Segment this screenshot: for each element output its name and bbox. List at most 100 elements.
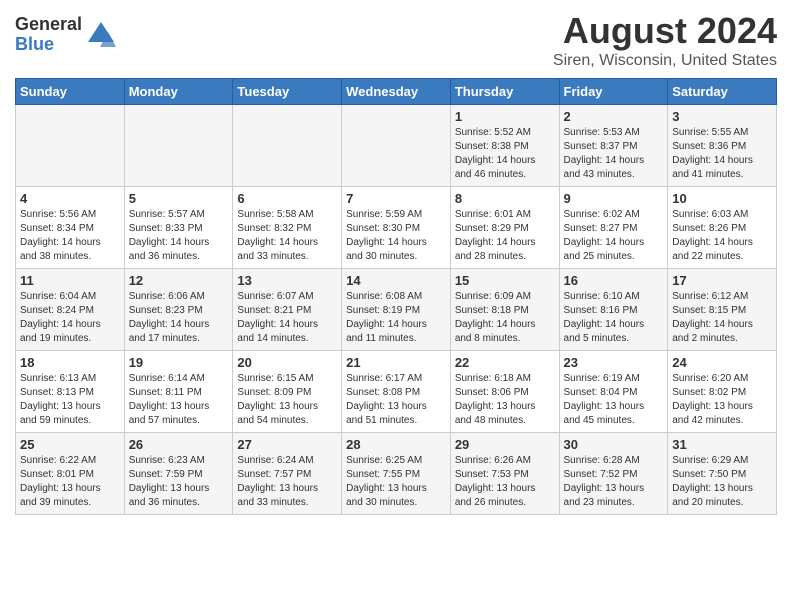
day-info: Sunrise: 6:25 AM Sunset: 7:55 PM Dayligh… <box>346 454 446 510</box>
calendar-cell: 9 Sunrise: 6:02 AM Sunset: 8:27 PM Daylig… <box>559 187 668 269</box>
day-number: 10 <box>672 191 772 206</box>
calendar-cell: 29 Sunrise: 6:26 AM Sunset: 7:53 PM Dayli… <box>450 433 559 515</box>
day-number: 6 <box>237 191 337 206</box>
day-info: Sunrise: 6:22 AM Sunset: 8:01 PM Dayligh… <box>20 454 120 510</box>
day-info: Sunrise: 6:01 AM Sunset: 8:29 PM Dayligh… <box>455 208 555 264</box>
calendar-cell: 24Sunrise: 6:20 AM Sunset: 8:02 PM Dayli… <box>668 351 777 433</box>
logo-icon <box>86 20 116 50</box>
day-number: 3 <box>672 109 772 124</box>
day-number: 18 <box>20 355 120 370</box>
day-number: 11 <box>20 273 120 288</box>
weekday-header-friday: Friday <box>559 79 668 105</box>
calendar-cell: 5 Sunrise: 5:57 AM Sunset: 8:33 PM Daylig… <box>124 187 233 269</box>
day-info: Sunrise: 6:23 AM Sunset: 7:59 PM Dayligh… <box>129 454 229 510</box>
day-info: Sunrise: 6:07 AM Sunset: 8:21 PM Dayligh… <box>237 290 337 346</box>
day-info: Sunrise: 6:17 AM Sunset: 8:08 PM Dayligh… <box>346 372 446 428</box>
day-number: 26 <box>129 437 229 452</box>
day-number: 24 <box>672 355 772 370</box>
day-info: Sunrise: 6:12 AM Sunset: 8:15 PM Dayligh… <box>672 290 772 346</box>
day-info: Sunrise: 5:55 AM Sunset: 8:36 PM Dayligh… <box>672 126 772 182</box>
calendar-week-1: 1 Sunrise: 5:52 AM Sunset: 8:38 PM Daylig… <box>16 105 777 187</box>
day-number: 5 <box>129 191 229 206</box>
calendar-cell: 14 Sunrise: 6:08 AM Sunset: 8:19 PM Dayli… <box>342 269 451 351</box>
day-info: Sunrise: 6:10 AM Sunset: 8:16 PM Dayligh… <box>564 290 664 346</box>
day-info: Sunrise: 6:19 AM Sunset: 8:04 PM Dayligh… <box>564 372 664 428</box>
calendar-cell: 21Sunrise: 6:17 AM Sunset: 8:08 PM Dayli… <box>342 351 451 433</box>
day-info: Sunrise: 6:06 AM Sunset: 8:23 PM Dayligh… <box>129 290 229 346</box>
calendar-cell: 6 Sunrise: 5:58 AM Sunset: 8:32 PM Daylig… <box>233 187 342 269</box>
calendar-cell: 1 Sunrise: 5:52 AM Sunset: 8:38 PM Daylig… <box>450 105 559 187</box>
day-number: 23 <box>564 355 664 370</box>
logo-general: General <box>15 15 82 35</box>
day-number: 27 <box>237 437 337 452</box>
calendar-week-5: 25 Sunrise: 6:22 AM Sunset: 8:01 PM Dayli… <box>16 433 777 515</box>
day-number: 13 <box>237 273 337 288</box>
month-title: August 2024 <box>553 10 777 52</box>
location-title: Siren, Wisconsin, United States <box>553 52 777 70</box>
calendar-cell: 25 Sunrise: 6:22 AM Sunset: 8:01 PM Dayli… <box>16 433 125 515</box>
day-number: 28 <box>346 437 446 452</box>
day-info: Sunrise: 6:09 AM Sunset: 8:18 PM Dayligh… <box>455 290 555 346</box>
calendar-cell: 31Sunrise: 6:29 AM Sunset: 7:50 PM Dayli… <box>668 433 777 515</box>
header: General Blue August 2024 Siren, Wisconsi… <box>15 10 777 70</box>
day-number: 1 <box>455 109 555 124</box>
day-number: 9 <box>564 191 664 206</box>
weekday-header-thursday: Thursday <box>450 79 559 105</box>
calendar-table: SundayMondayTuesdayWednesdayThursdayFrid… <box>15 78 777 515</box>
day-number: 8 <box>455 191 555 206</box>
day-info: Sunrise: 6:28 AM Sunset: 7:52 PM Dayligh… <box>564 454 664 510</box>
calendar-cell: 4Sunrise: 5:56 AM Sunset: 8:34 PM Daylig… <box>16 187 125 269</box>
day-number: 2 <box>564 109 664 124</box>
day-number: 25 <box>20 437 120 452</box>
calendar-header: SundayMondayTuesdayWednesdayThursdayFrid… <box>16 79 777 105</box>
day-info: Sunrise: 6:03 AM Sunset: 8:26 PM Dayligh… <box>672 208 772 264</box>
calendar-cell: 19Sunrise: 6:14 AM Sunset: 8:11 PM Dayli… <box>124 351 233 433</box>
calendar-cell: 16Sunrise: 6:10 AM Sunset: 8:16 PM Dayli… <box>559 269 668 351</box>
calendar-cell: 28 Sunrise: 6:25 AM Sunset: 7:55 PM Dayli… <box>342 433 451 515</box>
calendar-cell: 26 Sunrise: 6:23 AM Sunset: 7:59 PM Dayli… <box>124 433 233 515</box>
calendar-cell: 12 Sunrise: 6:06 AM Sunset: 8:23 PM Dayli… <box>124 269 233 351</box>
calendar-cell <box>16 105 125 187</box>
calendar-cell: 10 Sunrise: 6:03 AM Sunset: 8:26 PM Dayli… <box>668 187 777 269</box>
logo-blue: Blue <box>15 35 82 55</box>
calendar-cell <box>342 105 451 187</box>
day-number: 4 <box>20 191 120 206</box>
calendar-cell: 7Sunrise: 5:59 AM Sunset: 8:30 PM Daylig… <box>342 187 451 269</box>
day-info: Sunrise: 6:08 AM Sunset: 8:19 PM Dayligh… <box>346 290 446 346</box>
calendar-cell: 20 Sunrise: 6:15 AM Sunset: 8:09 PM Dayli… <box>233 351 342 433</box>
calendar-week-4: 18 Sunrise: 6:13 AM Sunset: 8:13 PM Dayli… <box>16 351 777 433</box>
day-number: 12 <box>129 273 229 288</box>
day-number: 30 <box>564 437 664 452</box>
day-info: Sunrise: 6:14 AM Sunset: 8:11 PM Dayligh… <box>129 372 229 428</box>
day-info: Sunrise: 6:04 AM Sunset: 8:24 PM Dayligh… <box>20 290 120 346</box>
day-number: 14 <box>346 273 446 288</box>
day-info: Sunrise: 6:13 AM Sunset: 8:13 PM Dayligh… <box>20 372 120 428</box>
day-info: Sunrise: 6:15 AM Sunset: 8:09 PM Dayligh… <box>237 372 337 428</box>
calendar-cell <box>124 105 233 187</box>
title-area: August 2024 Siren, Wisconsin, United Sta… <box>553 10 777 70</box>
day-number: 29 <box>455 437 555 452</box>
day-info: Sunrise: 5:58 AM Sunset: 8:32 PM Dayligh… <box>237 208 337 264</box>
calendar-cell <box>233 105 342 187</box>
day-number: 31 <box>672 437 772 452</box>
calendar-cell: 30 Sunrise: 6:28 AM Sunset: 7:52 PM Dayli… <box>559 433 668 515</box>
day-number: 20 <box>237 355 337 370</box>
calendar-cell: 2Sunrise: 5:53 AM Sunset: 8:37 PM Daylig… <box>559 105 668 187</box>
weekday-header-row: SundayMondayTuesdayWednesdayThursdayFrid… <box>16 79 777 105</box>
calendar-cell: 13 Sunrise: 6:07 AM Sunset: 8:21 PM Dayli… <box>233 269 342 351</box>
calendar-cell: 18 Sunrise: 6:13 AM Sunset: 8:13 PM Dayli… <box>16 351 125 433</box>
day-info: Sunrise: 5:52 AM Sunset: 8:38 PM Dayligh… <box>455 126 555 182</box>
day-info: Sunrise: 6:26 AM Sunset: 7:53 PM Dayligh… <box>455 454 555 510</box>
day-info: Sunrise: 6:02 AM Sunset: 8:27 PM Dayligh… <box>564 208 664 264</box>
calendar-cell: 27Sunrise: 6:24 AM Sunset: 7:57 PM Dayli… <box>233 433 342 515</box>
weekday-header-saturday: Saturday <box>668 79 777 105</box>
day-info: Sunrise: 6:18 AM Sunset: 8:06 PM Dayligh… <box>455 372 555 428</box>
calendar-cell: 11 Sunrise: 6:04 AM Sunset: 8:24 PM Dayli… <box>16 269 125 351</box>
weekday-header-sunday: Sunday <box>16 79 125 105</box>
day-number: 17 <box>672 273 772 288</box>
logo: General Blue <box>15 15 116 55</box>
day-info: Sunrise: 5:57 AM Sunset: 8:33 PM Dayligh… <box>129 208 229 264</box>
day-number: 7 <box>346 191 446 206</box>
day-number: 15 <box>455 273 555 288</box>
calendar-body: 1 Sunrise: 5:52 AM Sunset: 8:38 PM Daylig… <box>16 105 777 515</box>
